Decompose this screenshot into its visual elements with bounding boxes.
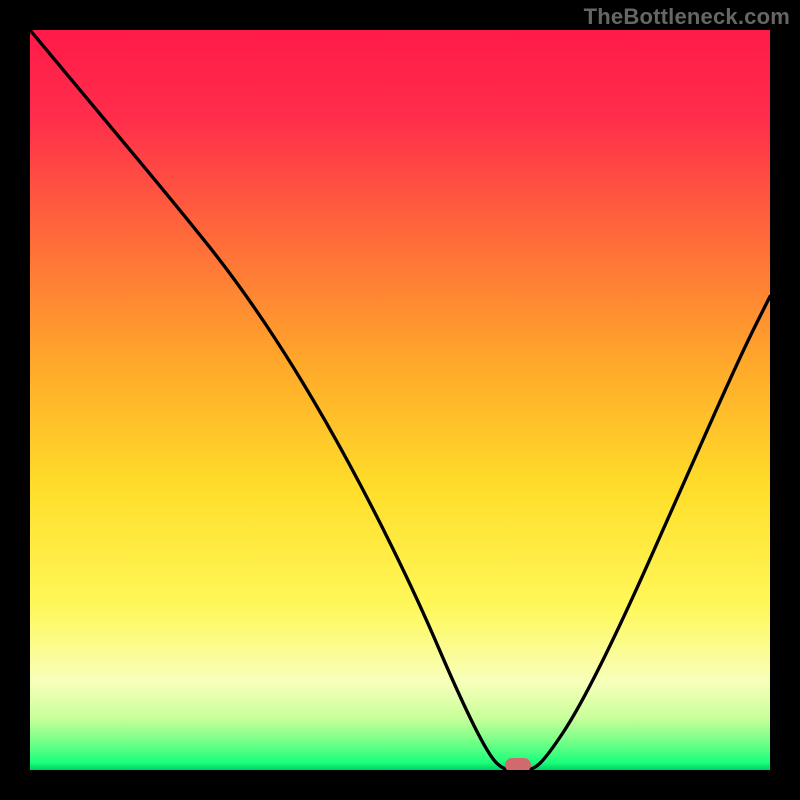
plot-area: [30, 30, 770, 770]
watermark-text: TheBottleneck.com: [584, 4, 790, 30]
optimal-marker: [505, 758, 531, 770]
bottleneck-curve: [30, 30, 770, 770]
chart-stage: TheBottleneck.com: [0, 0, 800, 800]
